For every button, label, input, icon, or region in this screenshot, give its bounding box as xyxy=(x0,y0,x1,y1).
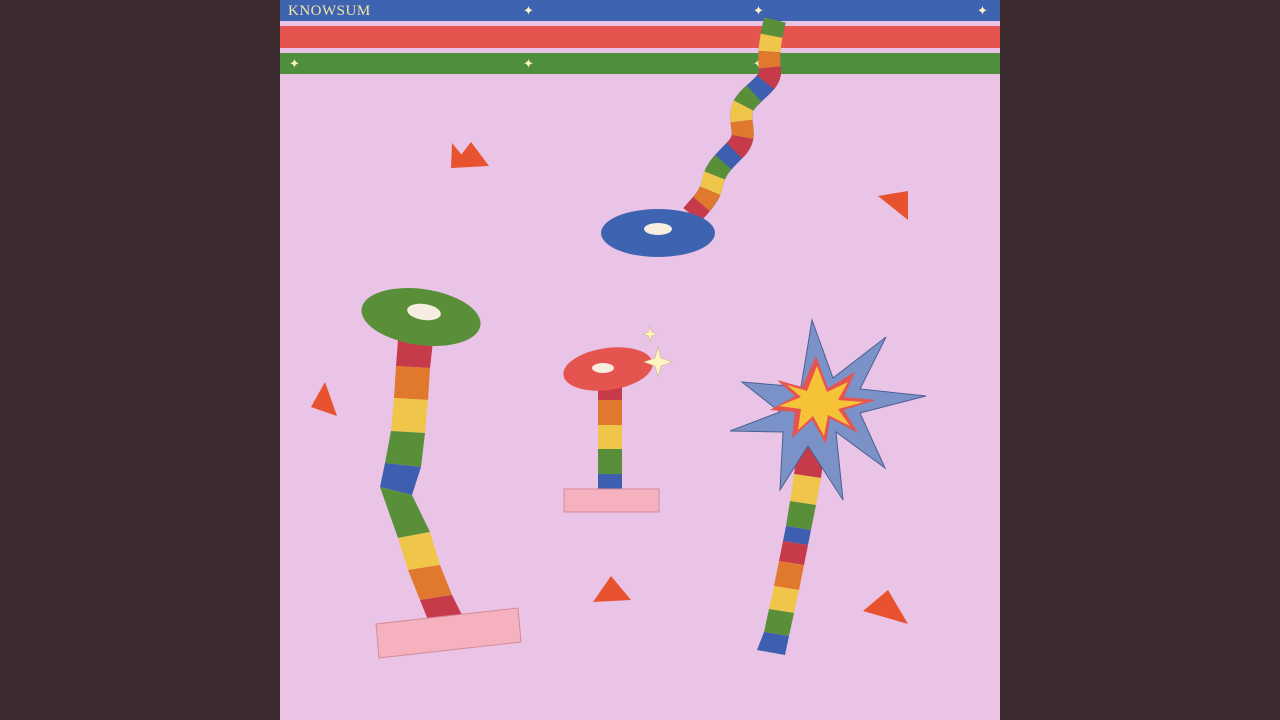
video-frame: KNOWSUM ✦ ✦ ✦ ✦ ✦ ✦ xyxy=(0,0,1280,720)
right-rainbow-pole xyxy=(757,445,825,655)
triangle-shape xyxy=(863,590,908,624)
wavy-rainbow-ribbon xyxy=(683,17,786,223)
triangle-shape xyxy=(311,382,337,416)
blue-disc xyxy=(601,209,715,257)
illustration xyxy=(311,17,927,659)
album-cover: KNOWSUM ✦ ✦ ✦ ✦ ✦ ✦ xyxy=(280,0,1000,720)
triangle-shape xyxy=(878,191,908,220)
middle-rainbow-pole xyxy=(563,347,660,513)
left-rainbow-pole xyxy=(361,288,522,659)
triangle-shape xyxy=(593,576,631,602)
starburst-shape xyxy=(729,318,927,501)
